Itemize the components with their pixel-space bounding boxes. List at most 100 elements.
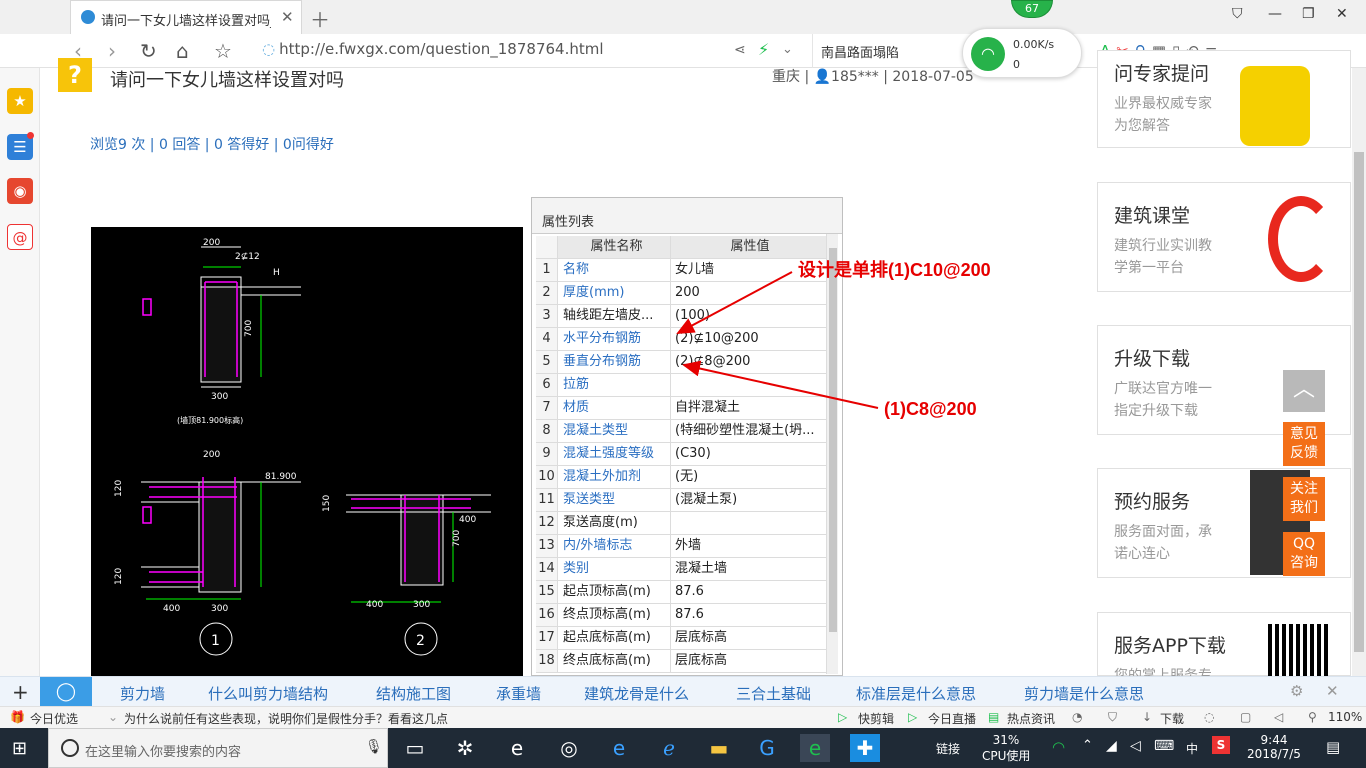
property-name[interactable]: 轴线距左墙皮... — [563, 305, 671, 327]
plus-app-icon[interactable]: ✚ — [850, 734, 880, 762]
favorite-star-icon[interactable]: ☆ — [214, 39, 232, 63]
property-name[interactable]: 起点顶标高(m) — [563, 581, 671, 603]
property-row[interactable]: 9 混凝土强度等级 (C30) — [536, 443, 826, 466]
link-label[interactable]: 链接 — [936, 740, 960, 757]
clock[interactable]: 9:44 2018/7/5 — [1246, 733, 1302, 761]
property-name[interactable]: 名称 — [563, 259, 671, 281]
add-icon[interactable]: + — [12, 680, 29, 704]
ie-browser-icon[interactable]: ℯ — [654, 734, 684, 762]
hot-news-link[interactable]: 热点资讯 — [1007, 710, 1055, 727]
property-name[interactable]: 泵送高度(m) — [563, 512, 671, 534]
close-tab-icon[interactable]: ✕ — [281, 8, 294, 26]
chevron-up-icon[interactable]: ⌃ — [1082, 738, 1093, 753]
float-button[interactable]: QQ 咨询 — [1283, 532, 1325, 576]
lightning-icon[interactable]: ⚡ — [758, 40, 769, 59]
today-pick-label[interactable]: 今日优选 — [30, 710, 78, 727]
property-row[interactable]: 7 材质 自拌混凝土 — [536, 397, 826, 420]
property-name[interactable]: 起点底标高(m) — [563, 627, 671, 649]
shirt-skin-icon[interactable]: ⛉ — [1232, 6, 1243, 22]
sidebar-card[interactable]: 问专家提问 业界最权威专家 为您解答 — [1097, 50, 1351, 148]
sogou-icon[interactable]: S — [1212, 736, 1230, 754]
share-icon[interactable]: ⋖ — [734, 42, 746, 58]
property-name[interactable]: 内/外墙标志 — [563, 535, 671, 557]
wifi-tray-icon[interactable]: ◠ — [1052, 738, 1065, 756]
shield-icon[interactable]: ⛉ — [1108, 710, 1117, 725]
taskbar-search[interactable]: 在这里输入你要搜索的内容 🎙 — [48, 728, 388, 768]
browser-tab[interactable]: 请问一下女儿墙这样设置对吗_广 ✕ — [70, 0, 302, 34]
g-app-icon[interactable]: G — [752, 734, 782, 762]
notification-icon[interactable]: ▤ — [1326, 738, 1340, 756]
ime-label[interactable]: 中 — [1186, 740, 1198, 757]
glodon-app-icon[interactable]: ◎ — [554, 734, 584, 762]
related-link[interactable]: 什么叫剪力墙结构 — [208, 683, 328, 704]
property-name[interactable]: 材质 — [563, 397, 671, 419]
network-icon[interactable]: ◢ — [1106, 738, 1117, 754]
refresh-icon[interactable]: ↻ — [140, 39, 157, 63]
property-row[interactable]: 6 拉筋 — [536, 374, 826, 397]
property-name[interactable]: 混凝土强度等级 — [563, 443, 671, 465]
sound-icon[interactable]: ◁ — [1274, 710, 1283, 724]
property-name[interactable]: 水平分布钢筋 — [563, 328, 671, 350]
search-icon[interactable]: ◯ — [40, 677, 92, 707]
zoom-icon[interactable]: ⚲ — [1308, 710, 1317, 724]
property-row[interactable]: 17 起点底标高(m) 层底标高 — [536, 627, 826, 650]
download-link[interactable]: 下载 — [1160, 710, 1184, 727]
volume-icon[interactable]: ◁ — [1130, 738, 1141, 754]
float-button[interactable]: 意见 反馈 — [1283, 422, 1325, 466]
home-icon[interactable]: ⌂ — [176, 39, 189, 63]
new-tab-button[interactable]: ＋ — [310, 4, 330, 33]
related-link[interactable]: 剪力墙 — [120, 683, 165, 704]
property-name[interactable]: 拉筋 — [563, 374, 671, 396]
property-row[interactable]: 1 名称 女儿墙 — [536, 259, 826, 282]
ie-app-icon[interactable]: e — [502, 734, 532, 762]
file-explorer-icon[interactable]: ▬ — [704, 734, 734, 762]
task-view-icon[interactable]: ▭ — [400, 734, 430, 762]
zoom-level[interactable]: 110% — [1328, 710, 1362, 724]
property-name[interactable]: 混凝土类型 — [563, 420, 671, 442]
property-name[interactable]: 终点顶标高(m) — [563, 604, 671, 626]
page-scrollbar[interactable] — [1352, 68, 1366, 676]
property-row[interactable]: 16 终点顶标高(m) 87.6 — [536, 604, 826, 627]
keyboard-icon[interactable]: ⌨ — [1154, 738, 1174, 754]
clean-icon[interactable]: ◌ — [1204, 710, 1214, 724]
property-row[interactable]: 15 起点顶标高(m) 87.6 — [536, 581, 826, 604]
gear-icon[interactable]: ⚙ — [1290, 682, 1303, 700]
property-name[interactable]: 垂直分布钢筋 — [563, 351, 671, 373]
network-speed-popup[interactable]: ◠ 0.00K/s 0 — [962, 28, 1082, 78]
property-row[interactable]: 10 混凝土外加剂 (无) — [536, 466, 826, 489]
favorites-star-icon[interactable]: ★ — [7, 88, 33, 114]
property-scrollbar[interactable] — [826, 234, 838, 674]
page-scrollbar-thumb[interactable] — [1354, 152, 1364, 652]
property-name[interactable]: 厚度(mm) — [563, 282, 671, 304]
back-to-top-button[interactable]: ︿ — [1283, 370, 1325, 412]
property-name[interactable]: 终点底标高(m) — [563, 650, 671, 672]
property-row[interactable]: 2 厚度(mm) 200 — [536, 282, 826, 305]
search-box[interactable]: 南昌路面塌陷 — [812, 34, 972, 68]
weibo-icon[interactable]: ◉ — [7, 178, 33, 204]
address-bar[interactable]: ◌ http://e.fwxgx.com/question_1878764.htm… — [262, 40, 604, 58]
minimize-button[interactable]: — — [1268, 6, 1282, 22]
float-button[interactable]: 关注 我们 — [1283, 477, 1325, 521]
related-link[interactable]: 剪力墙是什么意思 — [1024, 683, 1144, 704]
cpu-usage[interactable]: 31% CPU使用 — [982, 733, 1030, 764]
property-row[interactable]: 14 类别 混凝土墙 — [536, 558, 826, 581]
speed-icon[interactable]: ◔ — [1072, 710, 1082, 724]
live-link[interactable]: 今日直播 — [928, 710, 976, 727]
property-row[interactable]: 5 垂直分布钢筋 (2)⊈8@200 — [536, 351, 826, 374]
close-window-button[interactable]: ✕ — [1336, 6, 1348, 22]
restore-button[interactable]: ❐ — [1302, 6, 1315, 22]
related-link[interactable]: 标准层是什么意思 — [856, 683, 976, 704]
property-row[interactable]: 13 内/外墙标志 外墙 — [536, 535, 826, 558]
chevron-down-icon[interactable]: ⌄ — [782, 42, 793, 57]
property-name[interactable]: 混凝土外加剂 — [563, 466, 671, 488]
question-stats[interactable]: 浏览9 次 | 0 回答 | 0 答得好 | 0问得好 — [90, 134, 334, 154]
windows-start-icon[interactable]: ⊞ — [12, 738, 27, 759]
close-icon[interactable]: ✕ — [1326, 682, 1339, 700]
property-row[interactable]: 18 终点底标高(m) 层底标高 — [536, 650, 826, 673]
property-row[interactable]: 8 混凝土类型 (特细砂塑性混凝土(坍... — [536, 420, 826, 443]
property-row[interactable]: 4 水平分布钢筋 (2)⊈10@200 — [536, 328, 826, 351]
property-row[interactable]: 11 泵送类型 (混凝土泵) — [536, 489, 826, 512]
forward-icon[interactable]: › — [108, 39, 116, 63]
email-icon[interactable]: @ — [7, 224, 33, 250]
related-link[interactable]: 三合土基础 — [736, 683, 811, 704]
